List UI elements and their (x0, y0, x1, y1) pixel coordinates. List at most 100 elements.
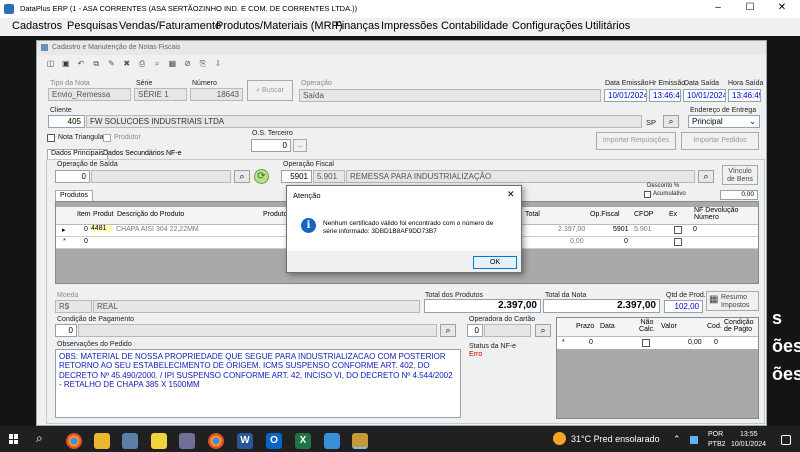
binoculars-icon[interactable]: ⌕ (663, 115, 679, 128)
data-saida-field[interactable]: 10/01/2024 (683, 89, 726, 102)
row-descricao[interactable]: CHAPA AISI 304 22,22MM (116, 226, 199, 233)
qtd-prod-field: 102,00 (664, 300, 703, 313)
parcela-cod[interactable]: 0 (714, 339, 718, 346)
operacao-field[interactable]: Saída (299, 89, 601, 102)
menu-impressoes[interactable]: Impressões (381, 20, 438, 32)
produtos-tab[interactable]: Produtos (55, 190, 94, 201)
hr-emissao-field[interactable]: 13:46:49 (649, 89, 681, 102)
start-icon[interactable] (9, 434, 19, 444)
cliente-code-field[interactable]: 405 (48, 115, 85, 128)
nota-triangular-checkbox[interactable] (47, 134, 55, 142)
tipo-select[interactable]: Envio_Remessa (48, 88, 131, 101)
clock-date[interactable]: 10/01/2024 (731, 441, 766, 448)
menu-configuracoes[interactable]: Configurações (512, 20, 583, 32)
search-icon[interactable]: ⌕ (36, 431, 43, 446)
serie-select[interactable]: SÉRIE 1 (134, 88, 187, 101)
binoculars-icon[interactable]: ⌕ (698, 170, 714, 183)
lang-line2[interactable]: PTB2 (708, 441, 726, 448)
cliente-label: Cliente (50, 107, 72, 114)
menu-pesquisas[interactable]: Pesquisas (67, 20, 118, 32)
op-fiscal-cfop: 5.901 (313, 170, 345, 183)
parcela-valor[interactable]: 0,00 (688, 339, 702, 346)
file-explorer-icon[interactable] (94, 433, 110, 449)
binoculars-icon[interactable]: ⌕ (440, 324, 456, 337)
save-icon[interactable]: ▣ (60, 58, 71, 69)
resumo-line2: Impostos (721, 302, 750, 309)
preview-icon[interactable]: ⌕ (152, 58, 163, 69)
endereco-select[interactable]: Principal ⌄ (688, 115, 760, 128)
desconto-field[interactable]: 0,00 (720, 190, 758, 200)
app-icon[interactable] (324, 433, 340, 449)
menu-financas[interactable]: Finanças (335, 20, 380, 32)
data-emissao-field[interactable]: 10/01/2024 (604, 89, 647, 102)
grid-icon[interactable]: ▦ (167, 58, 178, 69)
binoculars-icon[interactable]: ⌕ (535, 324, 551, 337)
menu-vendas[interactable]: Vendas/Faturamento (119, 20, 221, 32)
print-icon[interactable]: ⎙ (136, 58, 147, 69)
buscar-button[interactable]: ⌕ Buscar (247, 80, 293, 101)
outlook-icon[interactable]: O (266, 433, 282, 449)
cancel-icon[interactable]: ⊘ (182, 58, 193, 69)
parcela-nao-calc-checkbox[interactable] (642, 339, 650, 347)
op-cartao-field[interactable]: 0 (467, 324, 483, 337)
tray-icon[interactable] (690, 436, 698, 444)
minimize-button[interactable]: – (708, 2, 728, 16)
refresh-icon[interactable]: ⟳ (254, 169, 269, 184)
edit-icon[interactable]: ✎ (106, 58, 117, 69)
erp-icon[interactable] (352, 433, 368, 449)
menu-contabilidade[interactable]: Contabilidade (441, 20, 508, 32)
chrome-icon[interactable] (208, 433, 224, 449)
row-total[interactable]: 2.397,00 (558, 226, 585, 233)
row-opfiscal[interactable]: 0 (624, 238, 628, 245)
lang-line1[interactable]: POR (708, 431, 723, 438)
app-icon[interactable] (179, 433, 195, 449)
attach-icon[interactable]: ⎘ (197, 58, 208, 69)
notes-icon[interactable] (151, 433, 167, 449)
undo-icon[interactable]: ↶ (75, 58, 86, 69)
importar-requisicoes-button[interactable]: Importar Requisições (596, 132, 676, 150)
acumulativo-checkbox[interactable] (644, 191, 651, 198)
resumo-impostos-button[interactable]: ▦ Resumo Impostos (706, 291, 759, 311)
tray-chevron-icon[interactable]: ⌃ (673, 434, 681, 445)
copy-icon[interactable]: ⧉ (91, 58, 102, 69)
dialog-title-bar: Atenção ✕ (287, 186, 521, 205)
maximize-button[interactable]: ☐ (740, 2, 760, 16)
menu-cadastros[interactable]: Cadastros (12, 20, 62, 32)
hora-saida-field[interactable]: 13:46:49 (728, 89, 761, 102)
clock-time[interactable]: 13:55 (740, 431, 758, 438)
row-nfdev[interactable]: 0 (693, 226, 697, 233)
row-total[interactable]: 0,00 (570, 238, 584, 245)
numero-field[interactable]: 18643 (190, 88, 243, 101)
row-ex-checkbox[interactable] (674, 226, 682, 234)
produtor-checkbox[interactable] (103, 134, 111, 142)
menu-produtos[interactable]: Produtos/Materiais (MRP) (216, 20, 343, 32)
importar-pedidos-button[interactable]: Importar Pedidos (681, 132, 759, 150)
row-opfiscal[interactable]: 5901 (613, 226, 629, 233)
parcelas-row[interactable] (557, 337, 758, 349)
delete-icon[interactable]: ✖ (121, 58, 132, 69)
dialog-close-icon[interactable]: ✕ (507, 189, 515, 200)
os-field[interactable]: 0 (251, 139, 291, 152)
op-saida-field[interactable]: 0 (55, 170, 90, 183)
chrome-icon[interactable] (66, 433, 82, 449)
app-icon[interactable] (122, 433, 138, 449)
excel-icon[interactable]: X (295, 433, 311, 449)
download-icon[interactable]: ⇩ (213, 58, 224, 69)
op-fiscal-code[interactable]: 5901 (281, 170, 312, 183)
binoculars-icon[interactable]: ⌕ (234, 170, 250, 183)
parcela-prazo[interactable]: 0 (589, 339, 593, 346)
new-icon[interactable]: ◫ (45, 58, 56, 69)
dialog-ok-button[interactable]: OK (473, 256, 517, 269)
weather-text[interactable]: 31°C Pred ensolarado (571, 434, 660, 444)
row-produto[interactable]: 4481 (90, 225, 112, 232)
row-ex-checkbox[interactable] (674, 238, 682, 246)
menu-utilitarios[interactable]: Utilitários (585, 20, 630, 32)
vinculo-bens-button[interactable]: Vínculo de Bens (722, 165, 758, 185)
word-icon[interactable]: W (237, 433, 253, 449)
cond-pag-field[interactable]: 0 (55, 324, 77, 337)
close-button[interactable]: ✕ (772, 2, 792, 16)
row-item: 0 (84, 238, 88, 245)
notification-icon[interactable] (781, 435, 791, 445)
obs-textarea[interactable]: OBS: MATERIAL DE NOSSA PROPRIEDADE QUE S… (55, 349, 461, 418)
os-search-button[interactable]: ... (293, 139, 307, 152)
